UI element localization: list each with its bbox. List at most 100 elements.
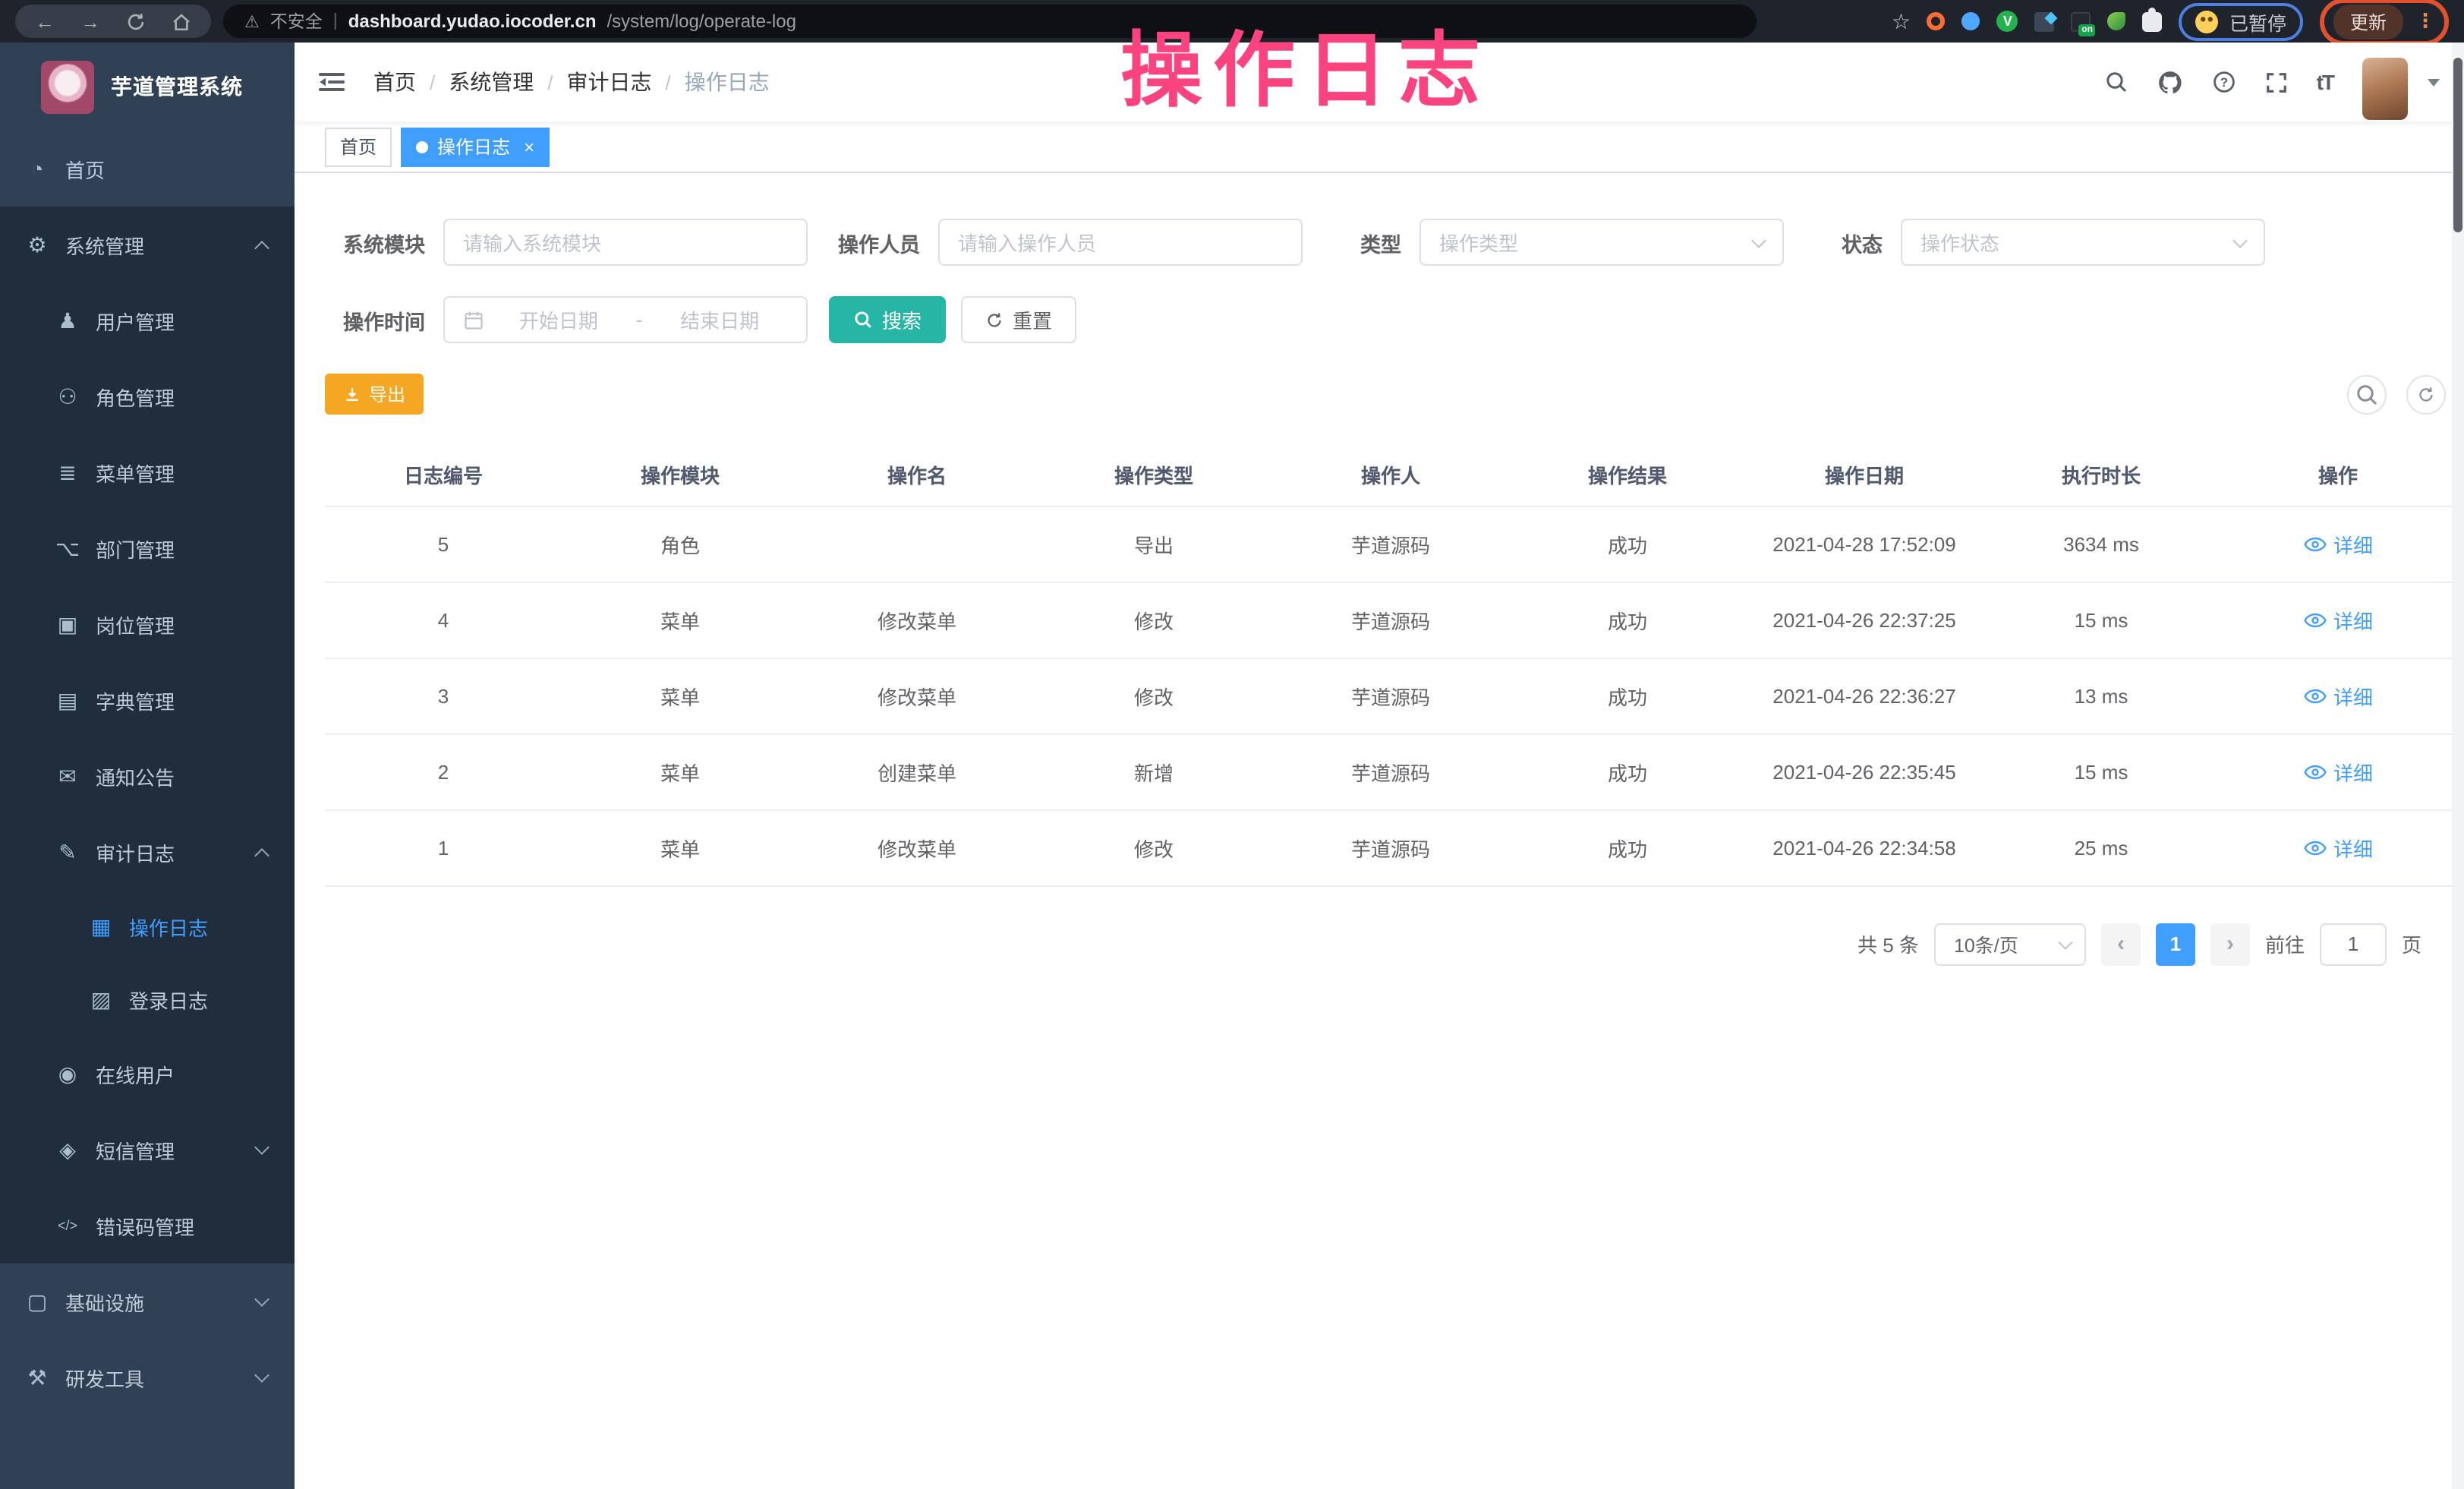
hamburger-icon[interactable] bbox=[319, 70, 346, 94]
scrollbar[interactable] bbox=[2452, 43, 2464, 1489]
time-label: 操作时间 bbox=[325, 304, 425, 335]
search-icon[interactable] bbox=[2104, 70, 2128, 94]
search-icon bbox=[853, 310, 873, 330]
extension-on-badge: on bbox=[2078, 24, 2096, 36]
table-cell: 25 ms bbox=[1983, 809, 2220, 885]
code-icon: </> bbox=[55, 1218, 80, 1233]
eye-icon bbox=[2303, 611, 2327, 628]
tag-operate-log[interactable]: 操作日志 × bbox=[401, 127, 550, 166]
goto-page-input[interactable]: 1 bbox=[2320, 923, 2387, 965]
font-size-icon[interactable]: tT bbox=[2317, 70, 2333, 94]
sidebar-item-online-users[interactable]: ◉在线用户 bbox=[0, 1036, 295, 1112]
user-icon: ♟ bbox=[55, 308, 80, 333]
scrollbar-thumb[interactable] bbox=[2453, 58, 2462, 232]
sidebar-item-error-codes[interactable]: </>错误码管理 bbox=[0, 1188, 295, 1263]
table-cell: 5 bbox=[325, 506, 562, 582]
extension-vue-devtools-icon[interactable]: V bbox=[1997, 11, 2018, 32]
extension-blue-drop-icon[interactable] bbox=[1962, 12, 1980, 30]
detail-link[interactable]: 详细 bbox=[2303, 681, 2373, 710]
security-label: 不安全 bbox=[270, 9, 323, 33]
detail-link[interactable]: 详细 bbox=[2303, 757, 2373, 786]
table-cell: 2021-04-26 22:34:58 bbox=[1746, 809, 1983, 885]
update-button[interactable]: 更新 bbox=[2333, 4, 2403, 39]
export-button[interactable]: 导出 bbox=[325, 374, 424, 415]
emoji-extension-icon[interactable] bbox=[2196, 10, 2219, 33]
search-icon bbox=[2355, 382, 2379, 406]
forward-icon[interactable]: → bbox=[80, 11, 100, 31]
sidebar-item-posts[interactable]: ▣岗位管理 bbox=[0, 586, 295, 662]
table-cell: 修改菜单 bbox=[799, 582, 1035, 658]
sidebar-item-login-log[interactable]: ▨登录日志 bbox=[0, 963, 295, 1036]
app-logo bbox=[41, 60, 94, 113]
total-count: 共 5 条 bbox=[1857, 929, 1919, 958]
detail-link[interactable]: 详细 bbox=[2303, 605, 2373, 634]
help-icon[interactable]: ? bbox=[2212, 70, 2236, 94]
detail-link[interactable]: 详细 bbox=[2303, 529, 2373, 558]
browser-toolbar: ← → ⚠ 不安全 | dashboard.yudao.iocoder.cn/s… bbox=[0, 0, 2464, 43]
sidebar-item-infra[interactable]: ▢基础设施 bbox=[0, 1263, 295, 1339]
avatar[interactable] bbox=[2362, 57, 2408, 119]
sidebar-item-menus[interactable]: ≣菜单管理 bbox=[0, 434, 295, 510]
toolbar-right bbox=[2347, 374, 2446, 414]
sidebar-item-audit-log[interactable]: ✎审计日志 bbox=[0, 814, 295, 890]
sidebar-item-dicts[interactable]: ▤字典管理 bbox=[0, 662, 295, 738]
toggle-search-button[interactable] bbox=[2347, 374, 2387, 414]
sidebar-item-label: 操作日志 bbox=[129, 912, 208, 941]
browser-menu-dots-icon[interactable]: ⋮ bbox=[2415, 9, 2435, 33]
next-page-button[interactable]: › bbox=[2210, 923, 2250, 965]
sidebar-item-users[interactable]: ♟用户管理 bbox=[0, 282, 295, 358]
breadcrumb-item[interactable]: 系统管理 bbox=[449, 67, 534, 97]
sidebar-item-label: 登录日志 bbox=[129, 985, 208, 1014]
paused-annotation: 已暂停 bbox=[2179, 2, 2303, 40]
table-cell-actions: 详细 bbox=[2220, 506, 2456, 582]
breadcrumb-item[interactable]: 首页 bbox=[373, 67, 416, 97]
close-icon[interactable]: × bbox=[524, 136, 534, 157]
fullscreen-icon[interactable] bbox=[2265, 71, 2288, 93]
sidebar-item-depts[interactable]: ⌥部门管理 bbox=[0, 510, 295, 586]
address-bar[interactable]: ⚠ 不安全 | dashboard.yudao.iocoder.cn/syste… bbox=[223, 5, 1757, 38]
extension-proxy-icon[interactable]: on bbox=[2072, 11, 2091, 31]
current-page-button[interactable]: 1 bbox=[2156, 923, 2195, 965]
reset-button[interactable]: 重置 bbox=[961, 296, 1076, 343]
module-input[interactable]: 请输入系统模块 bbox=[443, 219, 808, 266]
status-select[interactable]: 操作状态 bbox=[1901, 219, 2265, 266]
search-button[interactable]: 搜索 bbox=[829, 296, 946, 343]
filter-row-2: 操作时间 开始日期 - 结束日期 搜索 重置 bbox=[295, 296, 2464, 343]
status-label: 状态 bbox=[1837, 227, 1883, 257]
extension-grid-icon[interactable] bbox=[2035, 11, 2055, 31]
column-header: 操作模块 bbox=[562, 445, 799, 506]
sidebar-item-home[interactable]: ◔首页 bbox=[0, 131, 295, 207]
sidebar-logo-row[interactable]: 芋道管理系统 bbox=[0, 43, 295, 131]
chevron-down-icon[interactable] bbox=[2428, 78, 2440, 86]
extensions-puzzle-icon[interactable] bbox=[2143, 11, 2163, 31]
home-icon[interactable] bbox=[172, 11, 191, 31]
table-cell: 创建菜单 bbox=[799, 733, 1035, 809]
breadcrumb-item[interactable]: 审计日志 bbox=[567, 67, 652, 97]
operator-input[interactable]: 请输入操作人员 bbox=[938, 219, 1303, 266]
table-cell: 菜单 bbox=[562, 658, 799, 733]
back-icon[interactable]: ← bbox=[35, 11, 55, 31]
extension-orange-ring-icon[interactable] bbox=[1927, 12, 1946, 30]
sidebar-item-sms[interactable]: ◈短信管理 bbox=[0, 1112, 295, 1188]
sidebar-item-dev-tools[interactable]: ⚒研发工具 bbox=[0, 1339, 295, 1415]
type-select[interactable]: 操作类型 bbox=[1419, 219, 1784, 266]
prev-page-button[interactable]: ‹ bbox=[2101, 923, 2141, 965]
extension-leaf-icon[interactable] bbox=[2108, 12, 2126, 30]
not-secure-warning-icon: ⚠ bbox=[244, 11, 260, 31]
tag-home[interactable]: 首页 bbox=[325, 127, 392, 166]
github-icon[interactable] bbox=[2157, 69, 2183, 95]
bookmark-star-icon[interactable]: ☆ bbox=[1892, 8, 1911, 34]
page-size-select[interactable]: 10条/页 bbox=[1934, 923, 2086, 965]
date-range-picker[interactable]: 开始日期 - 结束日期 bbox=[443, 296, 808, 343]
browser-nav-buttons: ← → bbox=[15, 5, 211, 38]
sidebar-item-roles[interactable]: ⚇角色管理 bbox=[0, 358, 295, 434]
detail-link[interactable]: 详细 bbox=[2303, 833, 2373, 862]
sidebar-item-notices[interactable]: ✉通知公告 bbox=[0, 738, 295, 814]
table-cell: 13 ms bbox=[1983, 658, 2220, 733]
column-header: 操作类型 bbox=[1035, 445, 1272, 506]
sidebar-item-operate-log[interactable]: ▦操作日志 bbox=[0, 890, 295, 963]
refresh-table-button[interactable] bbox=[2406, 374, 2446, 414]
table-cell-actions: 详细 bbox=[2220, 658, 2456, 733]
reload-icon[interactable] bbox=[126, 11, 146, 31]
sidebar-item-system[interactable]: ⚙系统管理 bbox=[0, 207, 295, 282]
